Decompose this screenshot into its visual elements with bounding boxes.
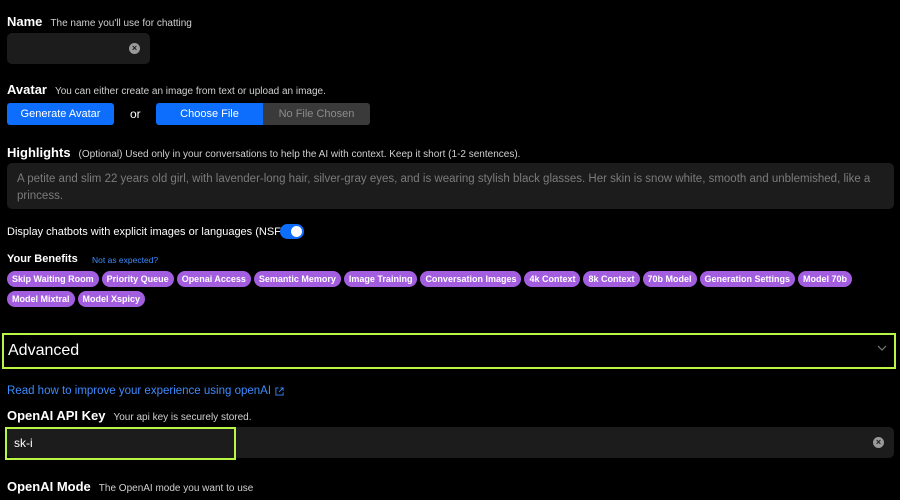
benefit-tag: Generation Settings: [699, 271, 796, 287]
highlights-hint: (Optional) Used only in your conversatio…: [78, 149, 521, 160]
avatar-label: Avatar: [7, 82, 47, 97]
nsfw-label: Display chatbots with explicit images or…: [7, 226, 295, 238]
generate-avatar-button[interactable]: Generate Avatar: [7, 103, 114, 125]
external-link-icon: [275, 386, 284, 396]
benefit-tag: 4k Context: [524, 271, 581, 287]
api-key-hint: Your api key is securely stored.: [113, 412, 252, 423]
api-key-label: OpenAI API Key: [7, 408, 106, 423]
benefit-tag: Model 70b: [798, 271, 853, 287]
highlights-label-row: Highlights (Optional) Used only in your …: [7, 145, 520, 160]
benefit-tag: Skip Waiting Room: [7, 271, 99, 287]
improve-openai-link[interactable]: Read how to improve your experience usin…: [7, 385, 284, 397]
name-input[interactable]: ×: [7, 33, 150, 64]
chevron-down-icon: [876, 342, 888, 357]
benefit-tag: Semantic Memory: [253, 271, 341, 287]
openai-mode-hint: The OpenAI mode you want to use: [98, 483, 254, 494]
file-status: No File Chosen: [263, 103, 370, 125]
avatar-hint: You can either create an image from text…: [54, 86, 326, 97]
benefit-tag: Priority Queue: [101, 271, 174, 287]
improve-openai-link-text: Read how to improve your experience usin…: [7, 385, 272, 397]
name-label-row: Name The name you'll use for chatting: [7, 14, 192, 29]
benefit-tag: Model Xspicy: [77, 291, 146, 307]
highlights-label: Highlights: [7, 145, 71, 160]
api-key-clear-icon[interactable]: ×: [873, 437, 884, 448]
advanced-title: Advanced: [8, 342, 80, 359]
name-hint: The name you'll use for chatting: [50, 18, 192, 29]
api-key-focus-highlight: [5, 427, 236, 460]
choose-file-button[interactable]: Choose File: [156, 103, 263, 125]
nsfw-toggle[interactable]: [280, 224, 304, 239]
openai-mode-label: OpenAI Mode: [7, 479, 91, 494]
name-label: Name: [7, 14, 43, 29]
advanced-accordion-header[interactable]: Advanced: [2, 333, 896, 369]
or-text: or: [130, 107, 141, 121]
benefit-tag: 8k Context: [583, 271, 640, 287]
avatar-label-row: Avatar You can either create an image fr…: [7, 82, 326, 97]
name-clear-icon[interactable]: ×: [129, 43, 140, 54]
benefit-tag: Model Mixtral: [7, 291, 75, 307]
benefit-tag: 70b Model: [642, 271, 697, 287]
openai-mode-label-row: OpenAI Mode The OpenAI mode you want to …: [7, 479, 253, 494]
benefits-title: Your Benefits: [7, 253, 78, 265]
api-key-label-row: OpenAI API Key Your api key is securely …: [7, 408, 252, 423]
highlights-textarea[interactable]: A petite and slim 22 years old girl, wit…: [7, 163, 894, 209]
toggle-knob: [291, 226, 302, 237]
benefit-tag: Image Training: [343, 271, 418, 287]
benefit-tag: Conversation Images: [420, 271, 522, 287]
benefits-tag-list: Skip Waiting Room Priority Queue Openai …: [7, 271, 893, 307]
not-as-expected-link[interactable]: Not as expected?: [92, 255, 158, 265]
benefit-tag: Openai Access: [176, 271, 251, 287]
